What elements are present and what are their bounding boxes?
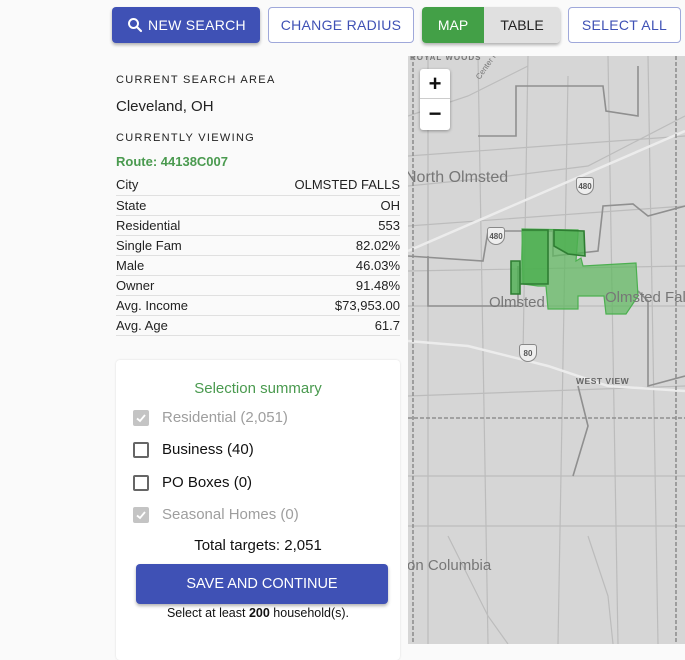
select-all-label: SELECT ALL xyxy=(581,17,668,33)
business-checkbox[interactable] xyxy=(133,441,149,458)
stats-row: Single Fam 82.02% xyxy=(116,235,400,256)
hint-suffix: household(s). xyxy=(269,606,350,620)
tab-table[interactable]: TABLE xyxy=(484,7,560,43)
seasonal-homes-option[interactable]: Seasonal Homes (0) xyxy=(133,506,299,523)
hint-number: 200 xyxy=(248,606,270,620)
currently-viewing-caption: CURRENTLY VIEWING xyxy=(116,132,256,144)
zoom-out-button[interactable]: − xyxy=(420,99,450,129)
interstate-shield-480-west: 480 xyxy=(487,227,505,245)
residential-checkbox[interactable] xyxy=(133,409,149,426)
save-and-continue-button[interactable]: SAVE AND CONTINUE xyxy=(136,564,388,604)
map-label-olmsted-falls: Olmsted Falls xyxy=(605,289,685,306)
tab-map[interactable]: MAP xyxy=(422,7,484,43)
stats-row: Male 46.03% xyxy=(116,255,400,276)
residential-label: Residential (2,051) xyxy=(162,409,288,426)
stats-row: Avg. Age 61.7 xyxy=(116,315,400,336)
interstate-shield-80: 80 xyxy=(519,344,537,362)
stats-label: Residential xyxy=(116,215,232,236)
current-search-area-caption: CURRENT SEARCH AREA xyxy=(116,74,276,86)
stats-row: Residential 553 xyxy=(116,215,400,236)
business-label: Business (40) xyxy=(162,441,254,458)
current-search-area-value: Cleveland, OH xyxy=(116,98,214,115)
residential-option[interactable]: Residential (2,051) xyxy=(133,409,288,426)
stats-row: City OLMSTED FALLS xyxy=(116,175,400,196)
search-icon xyxy=(128,18,143,33)
view-toggle: MAP TABLE xyxy=(422,7,560,43)
stats-value: 91.48% xyxy=(231,275,400,296)
minimum-households-hint: Select at least 200 household(s). xyxy=(116,606,400,620)
new-search-button[interactable]: NEW SEARCH xyxy=(112,7,260,43)
route-label: Route: 44138C007 xyxy=(116,154,228,169)
map-view[interactable]: ROYAL WOODS Center Ridge Rd North Olmste… xyxy=(408,56,685,644)
stats-label: City xyxy=(116,175,232,196)
stats-value: 46.03% xyxy=(231,255,400,276)
selection-summary-title: Selection summary xyxy=(194,380,322,397)
map-base-layer xyxy=(408,56,685,644)
stats-value: 553 xyxy=(231,215,400,236)
total-targets: Total targets: 2,051 xyxy=(194,537,322,554)
selection-summary-card: Selection summary Residential (2,051) Bu… xyxy=(116,360,400,660)
stats-row: Owner 91.48% xyxy=(116,275,400,296)
map-label-west-view: WEST VIEW xyxy=(576,376,630,386)
po-boxes-checkbox[interactable] xyxy=(133,474,149,491)
route-polygon-west[interactable] xyxy=(510,229,549,295)
tab-map-label: MAP xyxy=(437,17,469,33)
business-option[interactable]: Business (40) xyxy=(133,441,254,458)
stats-label: Owner xyxy=(116,275,232,296)
stats-label: Avg. Income xyxy=(116,295,232,316)
seasonal-homes-label: Seasonal Homes (0) xyxy=(162,506,299,523)
stats-row: Avg. Income $73,953.00 xyxy=(116,295,400,316)
map-label-olmsted: Olmsted xyxy=(489,294,545,311)
stats-value: $73,953.00 xyxy=(231,295,400,316)
seasonal-homes-checkbox[interactable] xyxy=(133,506,149,523)
save-and-continue-label: SAVE AND CONTINUE xyxy=(186,576,338,592)
select-all-button[interactable]: SELECT ALL xyxy=(568,7,681,43)
stats-value: 61.7 xyxy=(231,315,400,336)
stats-value: OH xyxy=(231,195,400,216)
po-boxes-option[interactable]: PO Boxes (0) xyxy=(133,474,252,491)
stats-row: State OH xyxy=(116,195,400,216)
tab-table-label: TABLE xyxy=(500,17,544,33)
check-icon xyxy=(136,413,146,422)
new-search-label: NEW SEARCH xyxy=(148,17,246,33)
stats-label: Avg. Age xyxy=(116,315,232,336)
hint-prefix: Select at least xyxy=(166,606,249,620)
stats-value: 82.02% xyxy=(231,235,400,256)
interstate-shield-480-north: 480 xyxy=(576,177,594,195)
map-zoom-control: + − xyxy=(420,69,450,130)
map-label-columbia: on Columbia xyxy=(408,557,492,574)
stats-label: Male xyxy=(116,255,232,276)
change-radius-label: CHANGE RADIUS xyxy=(280,17,402,33)
map-label-royal-woods: ROYAL WOODS xyxy=(410,56,482,62)
stats-label: Single Fam xyxy=(116,235,232,256)
zoom-in-button[interactable]: + xyxy=(420,69,450,99)
po-boxes-label: PO Boxes (0) xyxy=(162,474,253,491)
stats-value: OLMSTED FALLS xyxy=(231,175,400,196)
stats-table: City OLMSTED FALLS State OH Residential 553 Si… xyxy=(116,175,400,336)
change-radius-button[interactable]: CHANGE RADIUS xyxy=(268,7,414,43)
check-icon xyxy=(136,510,146,519)
map-label-north-olmsted: North Olmsted xyxy=(408,169,509,186)
stats-label: State xyxy=(116,195,232,216)
